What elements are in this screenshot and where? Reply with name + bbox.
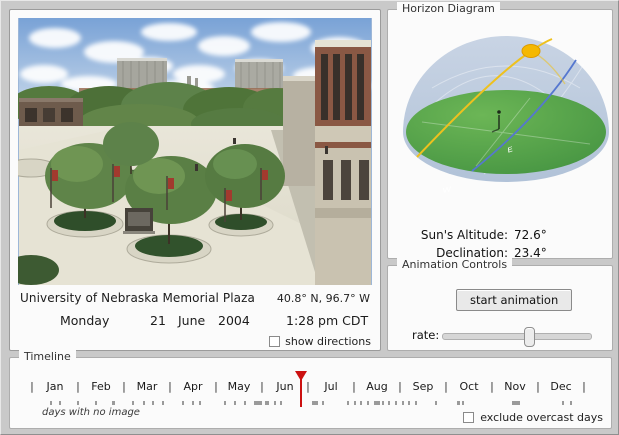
weekday-value: Monday (60, 313, 109, 328)
day-tick (462, 401, 464, 405)
day-tick (244, 401, 246, 405)
animation-panel-title: Animation Controls (397, 258, 512, 271)
rate-slider-track[interactable] (442, 333, 592, 340)
day-tick (224, 401, 226, 405)
left-building (19, 98, 83, 128)
start-animation-button[interactable]: start animation (456, 289, 572, 311)
webcam-panel: University of Nebraska Memorial Plaza 40… (9, 9, 381, 351)
day-tick (395, 401, 397, 405)
day-tick (382, 401, 384, 405)
applet-window: University of Nebraska Memorial Plaza 40… (0, 0, 619, 435)
sun-marker (522, 45, 540, 58)
day-tick (132, 401, 134, 405)
month-label-apr[interactable]: Apr (170, 380, 216, 393)
day-tick (77, 401, 79, 405)
day-tick (322, 401, 324, 405)
month-row[interactable]: |Jan|Feb|Mar|Apr|May|Jun|Jul|Aug|Sep|Oct… (10, 380, 611, 396)
kiosk (123, 208, 155, 234)
declination-value: 23.4° (514, 246, 547, 260)
month-label-nov[interactable]: Nov (492, 380, 538, 393)
horizon-diagram-panel: Horizon Diagram (387, 9, 613, 259)
month-label-mar[interactable]: Mar (124, 380, 170, 393)
day-tick (562, 401, 564, 405)
no-image-label: days with no image (42, 407, 140, 418)
ground-disk (406, 90, 606, 174)
month-label-jul[interactable]: Jul (308, 380, 354, 393)
timeline-panel-title: Timeline (19, 350, 76, 363)
timeline-panel: Timeline |Jan|Feb|Mar|Apr|May|Jun|Jul|Au… (9, 357, 612, 429)
day-tick (199, 401, 201, 405)
location-label: University of Nebraska Memorial Plaza (20, 291, 255, 305)
day-tick (374, 401, 380, 405)
month-separator: | (582, 380, 586, 393)
day-tick (182, 401, 184, 405)
rate-label: rate: (412, 328, 439, 342)
day-tick (162, 401, 164, 405)
month-label-sep[interactable]: Sep (400, 380, 446, 393)
animation-controls-panel: Animation Controls start animation rate: (387, 265, 613, 351)
date-row: Monday 21 June 2004 1:28 pm CDT (10, 313, 382, 329)
compass-w: W (442, 185, 453, 194)
day-tick (265, 401, 269, 405)
month-label-feb[interactable]: Feb (78, 380, 124, 393)
year-value: 2004 (218, 313, 250, 328)
day-tick (367, 401, 369, 405)
month-label-oct[interactable]: Oct (446, 380, 492, 393)
day-tick (402, 401, 404, 405)
day-tick (274, 401, 276, 405)
month-label-dec[interactable]: Dec (538, 380, 584, 393)
day-tick (254, 401, 262, 405)
day-tick (347, 401, 349, 405)
month-value: June (178, 313, 205, 328)
day-tick (59, 401, 61, 405)
day-tick (408, 401, 410, 405)
day-tick (143, 401, 145, 405)
day-tick (435, 401, 437, 405)
day-tick (234, 401, 236, 405)
day-tick (570, 401, 572, 405)
webcam-photo (18, 18, 372, 285)
day-tick (457, 401, 460, 405)
day-tick (280, 401, 282, 405)
altitude-value: 72.6° (514, 228, 547, 242)
day-tick (152, 401, 154, 405)
day-tick (192, 401, 194, 405)
month-label-may[interactable]: May (216, 380, 262, 393)
coordinates-label: 40.8° N, 96.7° W (277, 292, 370, 305)
day-value: 21 (150, 313, 166, 328)
day-tick (312, 401, 318, 405)
day-tick (415, 401, 417, 405)
day-tick (354, 401, 356, 405)
day-tick (112, 401, 115, 405)
exclude-overcast-label: exclude overcast days (480, 411, 603, 424)
month-label-jan[interactable]: Jan (32, 380, 78, 393)
day-tick (95, 401, 97, 405)
altitude-label: Sun's Altitude: (421, 228, 508, 242)
rate-slider-thumb[interactable] (524, 327, 535, 347)
day-tick (360, 401, 362, 405)
day-tick (50, 401, 52, 405)
horizon-dome-diagram[interactable]: N E S W (388, 16, 614, 196)
horizon-panel-title: Horizon Diagram (397, 2, 500, 15)
show-directions-checkbox[interactable] (269, 336, 280, 347)
month-label-aug[interactable]: Aug (354, 380, 400, 393)
exclude-overcast-checkbox[interactable] (463, 412, 474, 423)
no-image-ticks (10, 401, 611, 406)
show-directions-label: show directions (285, 335, 371, 348)
time-value: 1:28 pm CDT (286, 313, 368, 328)
day-tick (512, 401, 520, 405)
day-tick (388, 401, 390, 405)
plaza-photo-illustration (18, 18, 372, 285)
